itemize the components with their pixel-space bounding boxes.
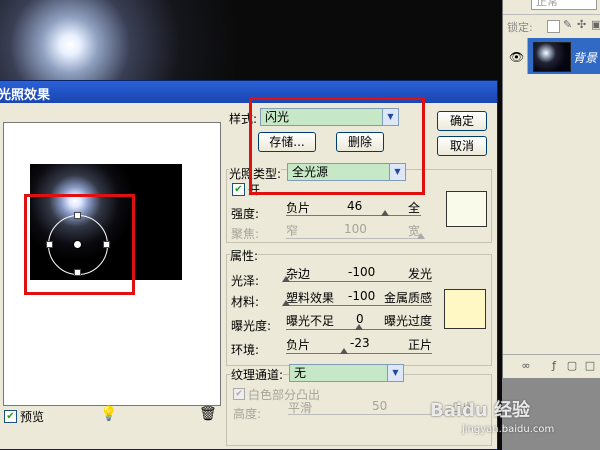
light-bulb-icon[interactable]: 💡 [100,406,117,422]
watermark-subtext: jingyan.baidu.com [462,424,555,435]
property-color-swatch[interactable] [444,289,486,329]
new-layer-icon[interactable]: ▢ [565,359,579,372]
ambience-track[interactable] [286,353,432,354]
ambience-min: 负片 [286,338,311,352]
layers-panel-footer: ∞ ƒ ▢ □ [503,354,600,377]
exposure-min: 曝光不足 [286,314,335,328]
height-label: 高度: [233,407,262,421]
preview-checkbox[interactable]: ✔ [4,410,17,423]
eye-icon[interactable]: 👁 [509,50,524,64]
preview-label: 预览 [20,410,45,424]
intensity-max: 全 [408,201,421,215]
dialog-title: 光照效果 [0,88,51,103]
red-highlight-style [249,97,425,195]
focus-min: 窄 [286,224,299,238]
focus-label: 聚焦: [231,227,260,241]
delete-layer-icon[interactable]: □ [583,359,597,372]
focus-track [286,238,421,239]
gloss-track[interactable] [286,281,432,282]
layer-row-background[interactable]: 👁 背景 [503,38,600,74]
material-slider-thumb[interactable] [282,300,290,306]
lock-transparency-icon[interactable] [547,20,560,33]
intensity-track[interactable] [286,215,421,216]
lock-label: 锁定: [507,21,533,34]
material-track[interactable] [286,305,432,306]
intensity-value: 46 [347,199,363,213]
focus-slider-thumb [417,233,425,239]
exposure-slider-thumb[interactable] [355,324,363,330]
cancel-button[interactable]: 取消 [437,136,487,156]
lock-brush-icon[interactable]: ✎ [563,18,572,31]
intensity-label: 强度: [231,207,260,221]
texture-channel-label: 纹理通道: [231,366,284,383]
link-icon[interactable]: ∞ [519,359,533,372]
properties-label: 属性: [230,247,259,264]
material-min: 塑料效果 [286,291,335,305]
focus-value: 100 [344,222,367,236]
light-on-checkbox[interactable]: ✔ [232,183,245,196]
lock-move-icon[interactable]: ✣ [577,18,586,31]
watermark-text: Baidu 经验 [430,400,531,421]
trash-icon[interactable]: 🗑 [199,406,217,422]
lock-all-icon[interactable]: ▣ [591,18,600,31]
ok-button[interactable]: 确定 [437,111,487,131]
exposure-max: 曝光过度 [384,314,433,328]
red-highlight-preview [24,194,135,295]
exposure-label: 曝光度: [231,319,272,333]
height-value: 50 [372,399,388,413]
gloss-label: 光泽: [231,274,260,288]
layers-panel: 正常 锁定: ✎ ✣ ▣ 👁 背景 ∞ ƒ ▢ □ [502,0,600,378]
light-color-swatch[interactable] [446,191,487,227]
white-high-checkbox: ✔ [233,388,245,400]
texture-channel-value: 无 [294,366,307,380]
chevron-down-icon[interactable]: ▼ [387,365,403,381]
material-value: -100 [348,289,376,303]
material-label: 材料: [231,295,260,309]
ambience-value: -23 [350,336,370,350]
gloss-max: 发光 [408,267,433,281]
intensity-min: 负片 [286,201,311,215]
gloss-value: -100 [348,265,376,279]
texture-channel-select[interactable]: 无 ▼ [289,364,404,382]
blend-mode-select[interactable]: 正常 [531,0,597,10]
layer-thumbnail [533,42,571,72]
lock-row: 锁定: ✎ ✣ ▣ [503,16,600,34]
visibility-cell[interactable]: 👁 [503,38,528,74]
ambience-max: 正片 [408,338,433,352]
fx-icon[interactable]: ƒ [547,359,561,372]
ambience-label: 环境: [231,343,260,357]
gloss-slider-thumb[interactable] [282,276,290,282]
layers-panel-header: 正常 [503,0,600,15]
material-max: 金属质感 [384,291,433,305]
intensity-slider-thumb[interactable] [380,210,389,216]
lighting-effects-dialog: 光照效果 ✔ 预览 💡 🗑 样式: 闪光 ▼ 存储... 删除 确定 取消 光照… [0,80,498,450]
ambience-slider-thumb[interactable] [340,348,349,354]
layer-name: 背景 [573,51,598,65]
